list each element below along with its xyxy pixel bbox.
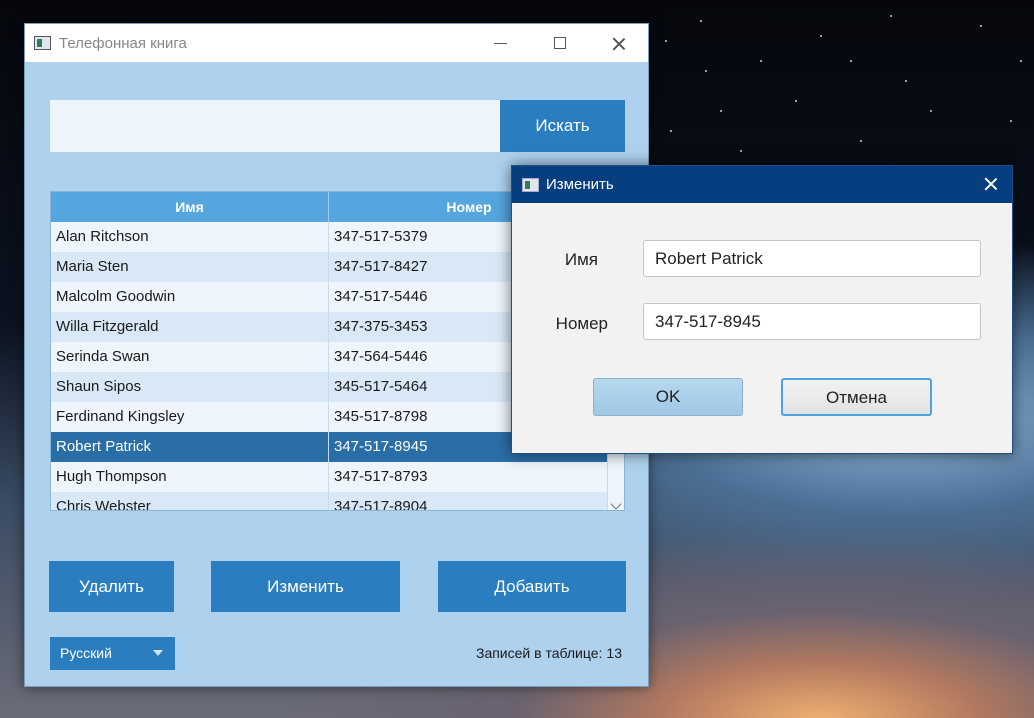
maximize-icon — [554, 37, 566, 49]
cell-name: Serinda Swan — [51, 342, 329, 372]
cell-name: Hugh Thompson — [51, 462, 329, 492]
cell-name: Chris Webster — [51, 492, 329, 510]
window-title: Телефонная книга — [59, 35, 187, 52]
edit-button[interactable]: Изменить — [211, 561, 400, 612]
chevron-down-icon — [153, 650, 163, 656]
star-dot — [860, 140, 862, 142]
star-dot — [1020, 60, 1022, 62]
cancel-button[interactable]: Отмена — [781, 378, 932, 416]
main-titlebar[interactable]: Телефонная книга — [25, 24, 648, 62]
add-button[interactable]: Добавить — [438, 561, 626, 612]
language-select-value: Русский — [60, 645, 112, 661]
star-dot — [980, 25, 982, 27]
edit-dialog: Изменить Имя Номер OK Отмена — [511, 165, 1013, 454]
dialog-close-icon[interactable] — [984, 177, 998, 191]
search-button[interactable]: Искать — [500, 100, 625, 152]
minimize-button[interactable] — [478, 30, 524, 58]
close-button[interactable] — [596, 30, 642, 58]
cell-name: Robert Patrick — [51, 432, 329, 462]
cell-name: Willa Fitzgerald — [51, 312, 329, 342]
cell-number: 347-517-8904 — [334, 498, 428, 511]
ok-button[interactable]: OK — [593, 378, 743, 416]
table-row[interactable]: Chris Webster 347-517-8904 — [51, 492, 608, 511]
star-dot — [1010, 120, 1012, 122]
star-dot — [930, 110, 932, 112]
records-label-text: Записей в таблице: — [475, 645, 603, 661]
cell-number: 347-517-8793 — [334, 468, 428, 485]
cell-name: Alan Ritchson — [51, 222, 329, 252]
close-icon — [612, 37, 626, 51]
star-dot — [670, 130, 672, 132]
cell-name: Ferdinand Kingsley — [51, 402, 329, 432]
delete-button[interactable]: Удалить — [49, 561, 174, 612]
table-row[interactable]: Hugh Thompson 347-517-8793 — [51, 462, 608, 492]
star-dot — [905, 80, 907, 82]
column-header-name[interactable]: Имя — [51, 192, 329, 222]
dialog-titlebar[interactable]: Изменить — [512, 166, 1012, 203]
star-dot — [665, 40, 667, 42]
search-input[interactable] — [50, 100, 500, 152]
cell-name: Malcolm Goodwin — [51, 282, 329, 312]
language-select[interactable]: Русский — [50, 637, 175, 670]
minimize-icon — [494, 43, 507, 44]
dialog-title: Изменить — [546, 176, 614, 193]
records-count-label: Записей в таблице: 13 — [476, 645, 622, 661]
star-dot — [820, 35, 822, 37]
star-dot — [760, 60, 762, 62]
cell-name: Shaun Sipos — [51, 372, 329, 402]
star-dot — [705, 70, 707, 72]
maximize-button[interactable] — [537, 30, 583, 58]
cell-name: Maria Sten — [51, 252, 329, 282]
star-dot — [850, 60, 852, 62]
star-dot — [700, 20, 702, 22]
name-label: Имя — [564, 250, 598, 269]
scroll-down-icon[interactable] — [610, 498, 622, 510]
dialog-app-icon — [522, 178, 539, 192]
star-dot — [890, 15, 892, 17]
records-count-value: 13 — [606, 645, 622, 661]
name-field[interactable] — [643, 240, 981, 277]
star-dot — [740, 150, 742, 152]
number-field[interactable] — [643, 303, 981, 340]
app-icon — [34, 36, 51, 50]
star-dot — [720, 110, 722, 112]
star-dot — [795, 100, 797, 102]
number-label: Номер — [555, 314, 608, 333]
